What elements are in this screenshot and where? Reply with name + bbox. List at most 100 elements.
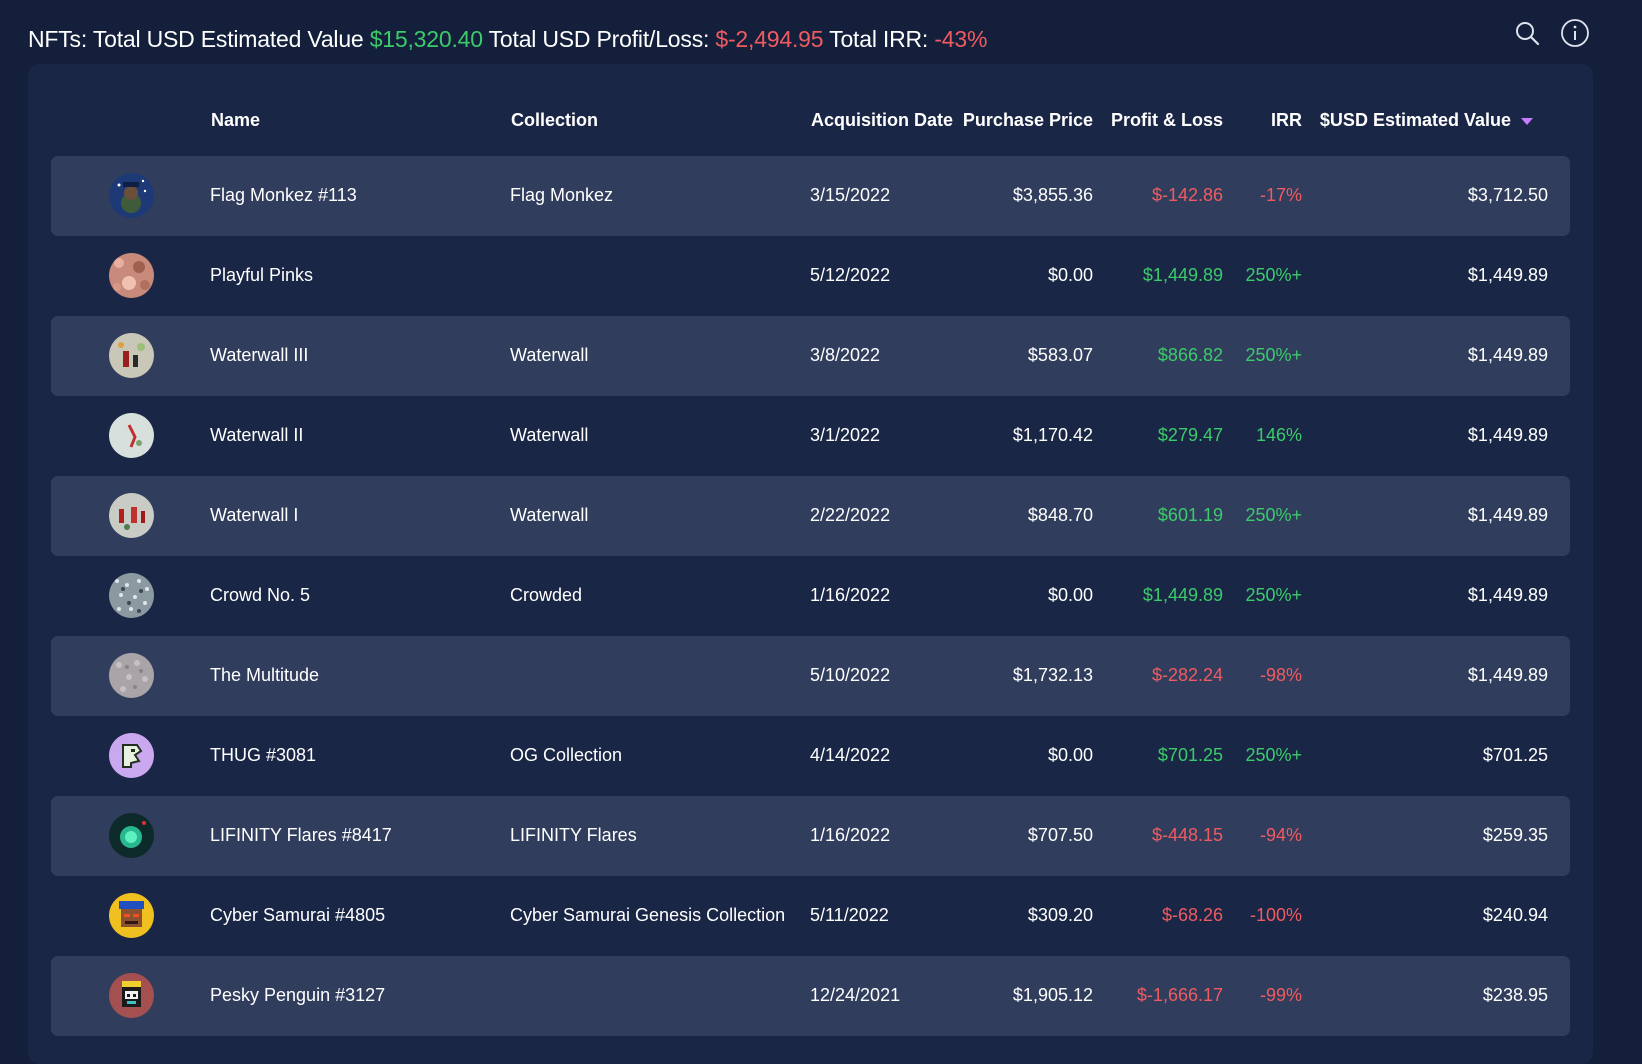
- summary-irr-label: Total IRR:: [829, 26, 935, 52]
- cell-acquisition-date: 1/16/2022: [810, 825, 891, 845]
- summary-pl-label: Total USD Profit/Loss:: [488, 26, 716, 52]
- header-irr[interactable]: IRR: [1271, 110, 1302, 131]
- cell-name: The Multitude: [210, 665, 320, 685]
- search-icon[interactable]: [1512, 18, 1542, 48]
- table-row[interactable]: Playful Pinks 5/12/2022 $0.00 $1,449.89 250%…: [51, 236, 1570, 316]
- cell-acquisition-date: 2/22/2022: [810, 505, 891, 525]
- cell-acquisition-date: 12/24/2021: [810, 985, 901, 1005]
- cell-estimated-value: $1,449.89: [1467, 425, 1548, 445]
- summary-value-label: NFTs: Total USD Estimated Value: [28, 26, 370, 52]
- cell-acquisition-date: 1/16/2022: [810, 585, 891, 605]
- cell-profit-loss: $1,449.89: [1142, 265, 1223, 285]
- cell-name: Pesky Penguin #3127: [210, 985, 386, 1005]
- table-row[interactable]: Cyber Samurai #4805 Cyber Samurai Genesis…: [51, 876, 1570, 956]
- cell-purchase-price: $1,732.13: [1012, 665, 1093, 685]
- cell-acquisition-date: 5/12/2022: [810, 265, 891, 285]
- cell-acquisition-date: 5/11/2022: [810, 905, 889, 925]
- nft-thumbnail: [109, 493, 154, 538]
- summary-total-pl: $-2,494.95: [715, 26, 830, 52]
- table-row[interactable]: LIFINITY Flares #8417 LIFINITY Flares 1/16…: [51, 796, 1570, 876]
- nft-thumbnail: [109, 333, 154, 378]
- cell-collection: Crowded: [510, 585, 583, 605]
- nft-thumbnail: [109, 813, 154, 858]
- cell-irr: 250%+: [1245, 345, 1302, 365]
- cell-irr: 250%+: [1245, 585, 1302, 605]
- cell-name: LIFINITY Flares #8417: [210, 825, 392, 845]
- cell-name: Flag Monkez #113: [210, 185, 357, 205]
- nft-thumbnail: [109, 413, 154, 458]
- cell-estimated-value: $1,449.89: [1467, 505, 1548, 525]
- cell-profit-loss: $866.82: [1157, 345, 1223, 365]
- header-profit-loss[interactable]: Profit & Loss: [1111, 110, 1223, 131]
- cell-estimated-value: $701.25: [1482, 745, 1548, 765]
- nft-thumbnail: [109, 253, 154, 298]
- table-row[interactable]: Flag Monkez #113 Flag Monkez 3/15/2022 $3,8…: [51, 156, 1570, 236]
- table-row[interactable]: The Multitude 5/10/2022 $1,732.13 $-282.24 -…: [51, 636, 1570, 716]
- nft-table-panel: Name Collection Acquisition Date Purchas…: [28, 64, 1593, 1064]
- table-row[interactable]: THUG #3081 OG Collection 4/14/2022 $0.00 $70…: [51, 716, 1570, 796]
- cell-purchase-price: $848.70: [1027, 505, 1093, 525]
- header-purchase-price[interactable]: Purchase Price: [963, 110, 1093, 131]
- cell-collection: Flag Monkez: [510, 185, 614, 205]
- cell-purchase-price: $0.00: [1047, 745, 1093, 765]
- cell-acquisition-date: 3/1/2022: [810, 425, 881, 445]
- cell-purchase-price: $309.20: [1027, 905, 1093, 925]
- nft-thumbnail: [109, 893, 154, 938]
- cell-estimated-value: $1,449.89: [1467, 265, 1548, 285]
- cell-estimated-value: $259.35: [1482, 825, 1548, 845]
- header-estimated-value[interactable]: $USD Estimated Value: [1320, 110, 1533, 131]
- nft-thumbnail: [109, 653, 154, 698]
- cell-profit-loss: $-282.24: [1151, 665, 1223, 685]
- cell-collection: OG Collection: [510, 745, 623, 765]
- cell-name: Crowd No. 5: [210, 585, 311, 605]
- cell-irr: 250%+: [1245, 505, 1302, 525]
- cell-acquisition-date: 5/10/2022: [810, 665, 891, 685]
- cell-irr: 250%+: [1245, 745, 1302, 765]
- cell-profit-loss: $-448.15: [1151, 825, 1223, 845]
- header-acquisition-date[interactable]: Acquisition Date: [811, 110, 953, 131]
- top-icons: [1512, 18, 1590, 48]
- header-collection[interactable]: Collection: [511, 110, 598, 131]
- cell-estimated-value: $240.94: [1482, 905, 1548, 925]
- cell-irr: -17%: [1259, 185, 1302, 205]
- cell-purchase-price: $1,905.12: [1012, 985, 1093, 1005]
- cell-profit-loss: $-68.26: [1161, 905, 1223, 925]
- cell-purchase-price: $1,170.42: [1012, 425, 1093, 445]
- nft-thumbnail: [109, 733, 154, 778]
- cell-irr: 250%+: [1245, 265, 1302, 285]
- cell-irr: 146%: [1255, 425, 1302, 445]
- nft-thumbnail: [109, 573, 154, 618]
- portfolio-summary: NFTs: Total USD Estimated Value $15,320.…: [28, 26, 987, 53]
- summary-total-value: $15,320.40: [369, 26, 489, 52]
- cell-estimated-value: $1,449.89: [1467, 665, 1548, 685]
- cell-profit-loss: $701.25: [1157, 745, 1223, 765]
- table-row[interactable]: Waterwall II Waterwall 3/1/2022 $1,170.42 $2…: [51, 396, 1570, 476]
- table-row[interactable]: Waterwall I Waterwall 2/22/2022 $848.70 $601…: [51, 476, 1570, 556]
- sort-desc-icon: [1521, 117, 1533, 125]
- cell-profit-loss: $-142.86: [1151, 185, 1223, 205]
- cell-acquisition-date: 3/15/2022: [810, 185, 891, 205]
- nft-thumbnail: [109, 173, 154, 218]
- table-row[interactable]: Waterwall III Waterwall 3/8/2022 $583.07 $86…: [51, 316, 1570, 396]
- cell-irr: -99%: [1259, 985, 1302, 1005]
- cell-estimated-value: $3,712.50: [1467, 185, 1548, 205]
- cell-name: Playful Pinks: [210, 265, 314, 285]
- cell-name: Cyber Samurai #4805: [210, 905, 386, 925]
- cell-irr: -100%: [1249, 905, 1302, 925]
- cell-collection: Cyber Samurai Genesis Collection: [510, 905, 786, 925]
- table-row[interactable]: Crowd No. 5 Crowded 1/16/2022 $0.00 $1,449.8…: [51, 556, 1570, 636]
- cell-irr: -94%: [1259, 825, 1302, 845]
- info-icon[interactable]: [1560, 18, 1590, 48]
- table-row[interactable]: Pesky Penguin #3127 12/24/2021 $1,905.12 $-…: [51, 956, 1570, 1036]
- cell-collection: Waterwall: [510, 345, 589, 365]
- cell-profit-loss: $-1,666.17: [1136, 985, 1223, 1005]
- cell-acquisition-date: 3/8/2022: [810, 345, 881, 365]
- cell-name: Waterwall III: [210, 345, 309, 365]
- cell-name: Waterwall I: [210, 505, 299, 525]
- cell-estimated-value: $1,449.89: [1467, 585, 1548, 605]
- cell-purchase-price: $0.00: [1047, 265, 1093, 285]
- cell-name: THUG #3081: [210, 745, 317, 765]
- table-body: Flag Monkez #113 Flag Monkez 3/15/2022 $3,8…: [51, 156, 1570, 1036]
- cell-name: Waterwall II: [210, 425, 304, 445]
- header-name[interactable]: Name: [211, 110, 260, 131]
